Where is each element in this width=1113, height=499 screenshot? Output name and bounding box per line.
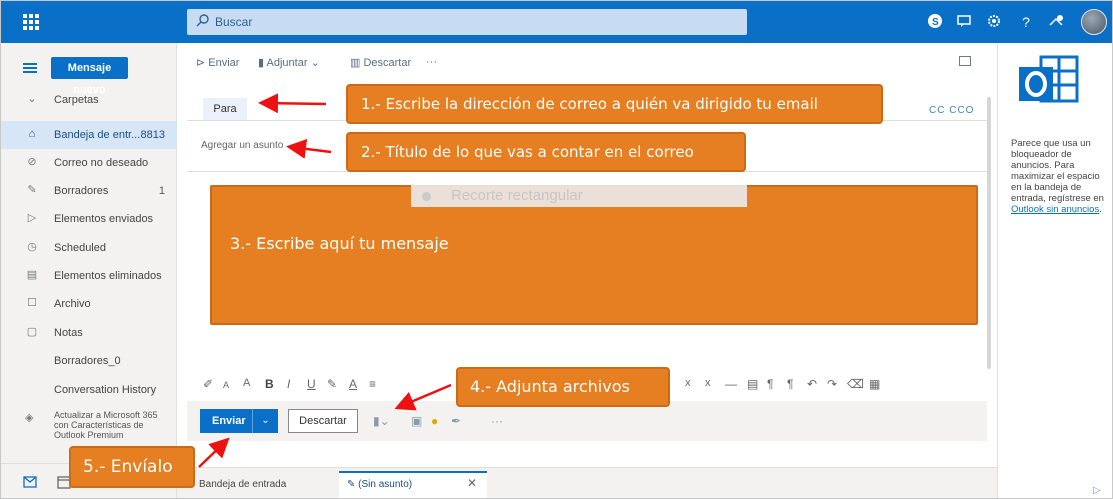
sidebar-item-inbox[interactable]: ⌂ Bandeja de entr... 8813 bbox=[1, 121, 177, 149]
clock-icon: ◷ bbox=[27, 241, 37, 253]
signature-icon[interactable]: ✒ bbox=[451, 414, 461, 428]
bottom-tab-bar bbox=[177, 467, 997, 498]
more-format-icon[interactable]: ▦ bbox=[869, 377, 880, 391]
subject-input[interactable]: Agregar un asunto bbox=[201, 140, 283, 151]
outlook-window: Buscar S ? Mensaje nuevo ⌄ Carpetas ⌂ Ba… bbox=[0, 0, 1113, 499]
ad-message: Parece que usa un bloqueador de anuncios… bbox=[1011, 138, 1104, 215]
search-box[interactable]: Buscar bbox=[187, 9, 747, 35]
ltr-icon[interactable]: ¶ bbox=[767, 377, 773, 391]
snip-overlay-label: Recorte rectangular bbox=[451, 187, 583, 204]
toolbar-more[interactable]: ··· bbox=[426, 56, 437, 68]
clear-format-icon[interactable]: ⌫ bbox=[847, 377, 864, 391]
rtl-icon[interactable]: ¶ bbox=[787, 377, 793, 391]
send-icon: ⊳ bbox=[196, 57, 206, 69]
align-icon[interactable]: ≡ bbox=[369, 377, 376, 391]
mail-icon[interactable] bbox=[23, 476, 37, 488]
to-button[interactable]: Para bbox=[203, 98, 247, 120]
annotation-step-1: 1.- Escribe la dirección de correo a qui… bbox=[346, 84, 883, 124]
inbox-icon: ⌂ bbox=[28, 128, 36, 140]
feedback-icon[interactable] bbox=[955, 13, 973, 31]
strikethrough-icon[interactable]: — bbox=[725, 377, 737, 391]
more-options-icon[interactable]: ··· bbox=[491, 414, 503, 428]
adchoices-icon[interactable]: ▷ bbox=[1093, 485, 1101, 496]
settings-icon[interactable] bbox=[985, 13, 1003, 31]
unread-count: 8813 bbox=[140, 129, 165, 141]
toolbar-discard[interactable]: ▥ Descartar bbox=[350, 56, 411, 69]
sidebar-item-borradores0[interactable]: Borradores_0 bbox=[1, 347, 177, 375]
send-button[interactable]: Enviar bbox=[200, 409, 252, 433]
sidebar-item-deleted[interactable]: ▤ Elementos eliminados bbox=[1, 262, 177, 290]
record-icon bbox=[422, 192, 431, 201]
chevron-down-icon: ⌄ bbox=[310, 57, 320, 69]
new-message-button[interactable]: Mensaje nuevo bbox=[51, 57, 128, 96]
toolbar-send[interactable]: ⊳ Enviar bbox=[196, 56, 239, 69]
send-options-icon[interactable]: ⌄ bbox=[252, 409, 278, 433]
emoji-icon[interactable]: ● bbox=[431, 414, 438, 428]
arrow-to-send bbox=[198, 437, 230, 468]
italic-icon[interactable]: I bbox=[287, 377, 290, 391]
subscript-icon[interactable]: x bbox=[705, 377, 711, 389]
redo-icon[interactable]: ↷ bbox=[827, 377, 837, 391]
sidebar-item-junk[interactable]: ⊘ Correo no deseado bbox=[1, 149, 177, 177]
font-size-increase-icon[interactable]: A bbox=[243, 377, 250, 389]
chevron-down-icon: ⌄ bbox=[27, 93, 37, 105]
sidebar-item-notes[interactable]: ▢ Notas bbox=[1, 319, 177, 347]
left-navigation: Mensaje nuevo ⌄ Carpetas ⌂ Bandeja de en… bbox=[1, 43, 177, 498]
diamond-icon: ◈ bbox=[25, 412, 34, 424]
pencil-icon: ✎ bbox=[347, 479, 356, 490]
trash-icon: ▤ bbox=[26, 269, 38, 281]
highlight-icon[interactable]: ✎ bbox=[327, 377, 337, 391]
format-painter-icon[interactable]: ✐ bbox=[203, 377, 213, 391]
app-launcher-icon[interactable] bbox=[23, 14, 39, 30]
sidebar-item-scheduled[interactable]: ◷ Scheduled bbox=[1, 234, 177, 262]
discard-button[interactable]: Descartar bbox=[288, 409, 358, 433]
attach-icon[interactable]: ▮⌄ bbox=[373, 414, 390, 428]
superscript-icon[interactable]: x bbox=[685, 377, 691, 389]
annotation-step-4: 4.- Adjunta archivos bbox=[456, 367, 670, 407]
tab-draft-label: ✎ (Sin asunto) bbox=[347, 479, 413, 490]
trash-icon: ▥ bbox=[350, 57, 361, 69]
undo-icon[interactable]: ↶ bbox=[807, 377, 817, 391]
pencil-icon: ✎ bbox=[27, 184, 37, 196]
compose-scrollbar[interactable] bbox=[987, 97, 991, 369]
sidebar-item-archive[interactable]: ☐ Archivo bbox=[1, 290, 177, 318]
notifications-icon[interactable] bbox=[1047, 13, 1065, 31]
popout-icon[interactable] bbox=[959, 56, 971, 66]
compose-toolbar: ⊳ Enviar ▮ Adjuntar ⌄ ▥ Descartar ··· bbox=[178, 45, 993, 79]
cc-bcc-links[interactable]: CC CCO bbox=[929, 105, 974, 116]
image-icon[interactable]: ▣ bbox=[411, 414, 422, 428]
folders-header[interactable]: ⌄ Carpetas bbox=[1, 86, 177, 114]
bold-icon[interactable]: B bbox=[265, 377, 274, 391]
drafts-count: 1 bbox=[158, 185, 165, 197]
sidebar-item-drafts[interactable]: ✎ Borradores 1 bbox=[1, 177, 177, 205]
archive-icon: ☐ bbox=[27, 297, 37, 309]
menu-icon[interactable] bbox=[23, 63, 37, 73]
arrow-to-subject bbox=[286, 138, 332, 159]
font-color-icon[interactable]: A bbox=[349, 377, 357, 391]
search-icon bbox=[196, 14, 209, 27]
skype-icon[interactable]: S bbox=[926, 13, 944, 31]
send-icon: ▷ bbox=[27, 212, 37, 224]
annotation-step-2: 2.- Título de lo que vas a contar en el … bbox=[346, 132, 746, 172]
outlook-logo-icon bbox=[1019, 55, 1079, 103]
svg-text:S: S bbox=[932, 17, 939, 28]
sidebar-item-conversation-history[interactable]: Conversation History bbox=[1, 376, 177, 404]
search-placeholder: Buscar bbox=[215, 15, 253, 29]
toolbar-attach[interactable]: ▮ Adjuntar ⌄ bbox=[258, 56, 320, 69]
font-size-decrease-icon[interactable]: A bbox=[223, 380, 229, 390]
underline-icon[interactable]: U bbox=[307, 377, 316, 391]
junk-icon: ⊘ bbox=[27, 156, 37, 168]
close-icon[interactable]: ✕ bbox=[467, 476, 477, 490]
avatar[interactable] bbox=[1081, 9, 1107, 35]
tab-inbox[interactable]: Bandeja de entrada bbox=[199, 479, 286, 490]
ad-free-link[interactable]: Outlook sin anuncios bbox=[1011, 204, 1099, 215]
help-icon[interactable]: ? bbox=[1017, 13, 1035, 31]
annotation-step-5: 5.- Envíalo bbox=[69, 446, 195, 488]
paperclip-icon: ▮ bbox=[258, 57, 265, 69]
table-icon[interactable]: ▤ bbox=[747, 377, 758, 391]
sidebar-item-sent[interactable]: ▷ Elementos enviados bbox=[1, 205, 177, 233]
note-icon: ▢ bbox=[26, 326, 38, 338]
